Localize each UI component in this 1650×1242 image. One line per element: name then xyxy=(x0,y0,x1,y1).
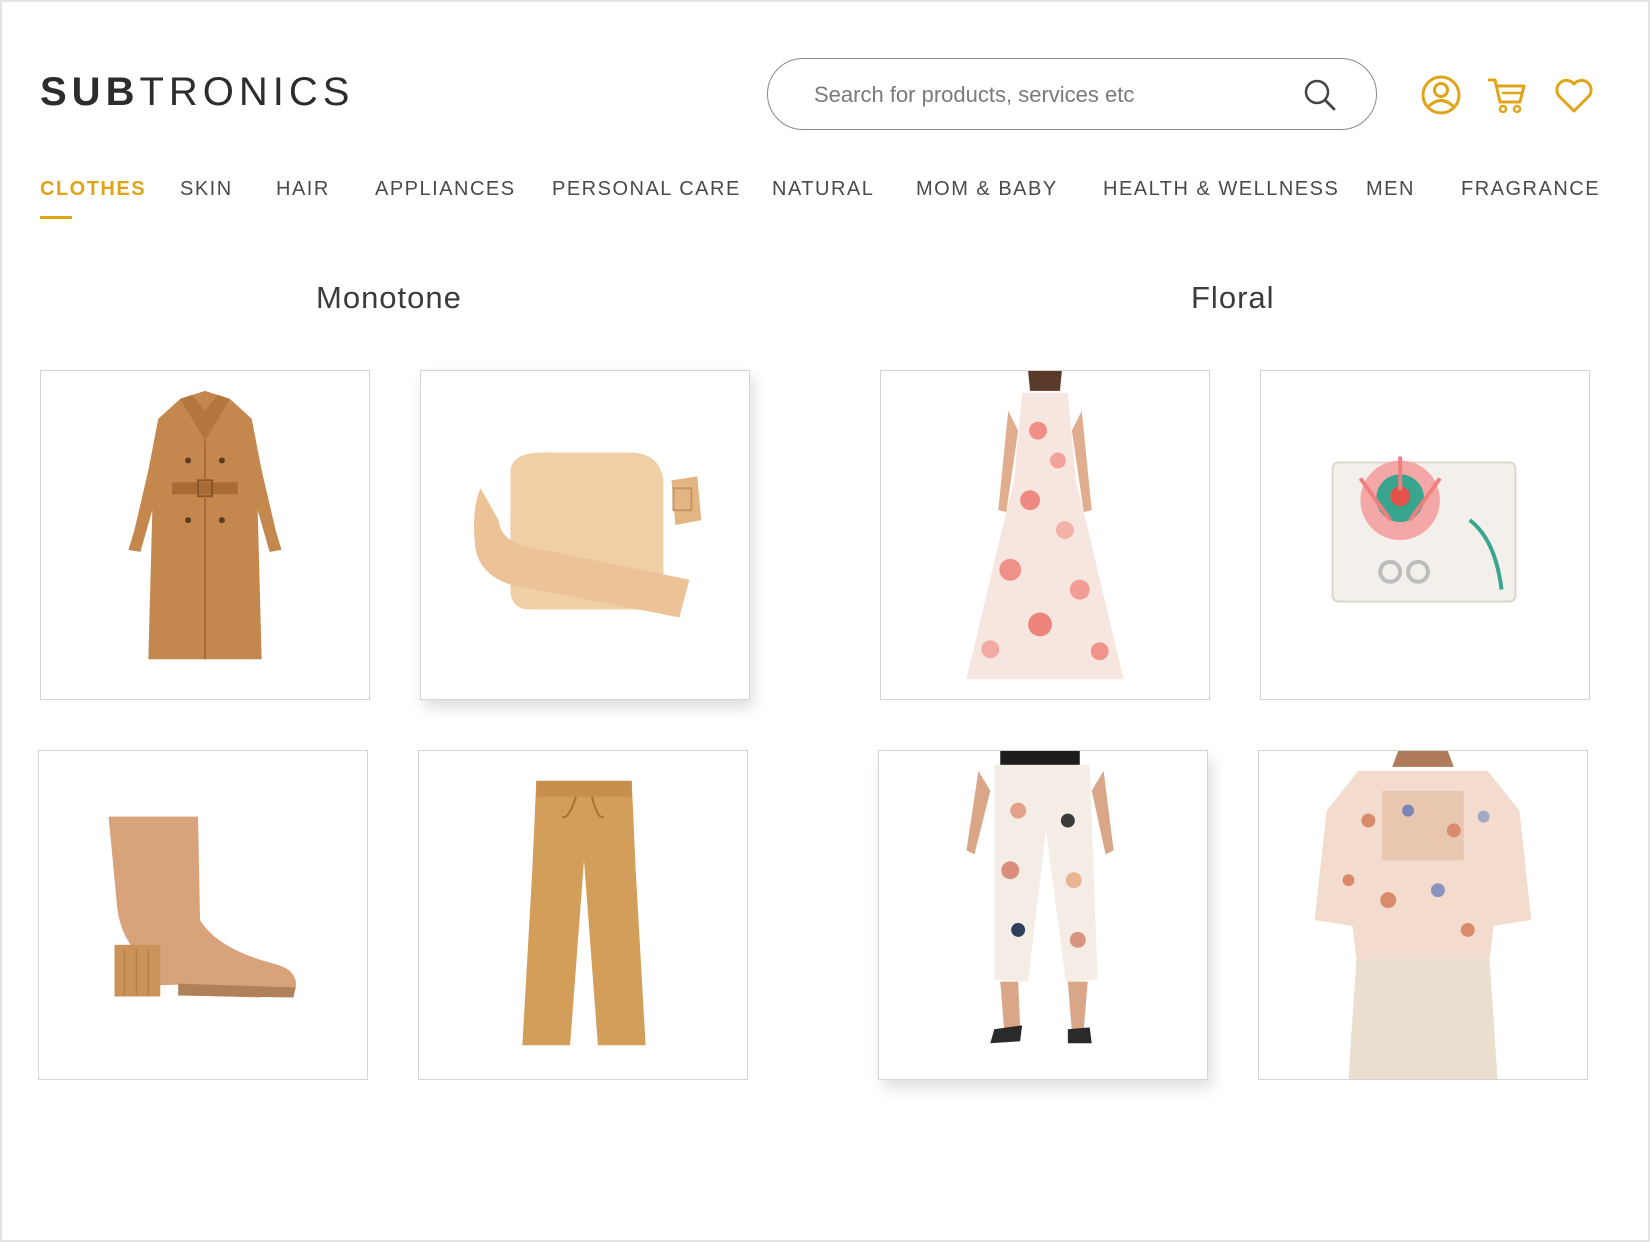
tab-health-wellness[interactable]: HEALTH & WELLNESS xyxy=(1103,178,1339,201)
floral-maxi-dress-image xyxy=(966,371,1124,680)
tab-personal-care[interactable]: PERSONAL CARE xyxy=(552,178,741,201)
shoulder-bag-image xyxy=(474,452,702,618)
tab-hair[interactable]: HAIR xyxy=(276,178,330,201)
tab-mom-baby[interactable]: MOM & BABY xyxy=(916,178,1058,201)
wide-leg-trousers-image xyxy=(522,780,646,1046)
product-card-floral-cropped-pants[interactable] xyxy=(878,750,1208,1080)
tab-clothes[interactable]: CLOTHES xyxy=(40,178,146,201)
brand-logo-part2: TRONICS xyxy=(139,70,355,114)
search-icon[interactable] xyxy=(1300,75,1340,115)
product-card-wide-leg-trousers[interactable] xyxy=(418,750,748,1080)
floral-cropped-pants-image xyxy=(966,751,1114,1044)
trench-coat-image xyxy=(128,390,282,660)
user-icon[interactable] xyxy=(1419,73,1463,117)
search-input[interactable] xyxy=(812,77,1286,113)
tab-fragrance[interactable]: FRAGRANCE xyxy=(1461,178,1600,201)
section-title-floral: Floral xyxy=(1191,280,1275,315)
ankle-boot-image xyxy=(108,816,297,998)
product-card-shoulder-bag[interactable] xyxy=(420,370,750,700)
brand-logo[interactable]: SUBTRONICS xyxy=(40,70,354,115)
tab-natural[interactable]: NATURAL xyxy=(772,178,874,201)
product-card-floral-wallet[interactable] xyxy=(1260,370,1590,700)
category-nav: CLOTHES SKIN HAIR APPLIANCES PERSONAL CA… xyxy=(0,178,1650,228)
active-tab-indicator xyxy=(40,216,72,219)
heart-icon[interactable] xyxy=(1552,73,1596,117)
brand-logo-part1: SUB xyxy=(40,70,140,114)
tab-appliances[interactable]: APPLIANCES xyxy=(375,178,516,201)
product-card-trench-coat[interactable] xyxy=(40,370,370,700)
product-card-floral-maxi-dress[interactable] xyxy=(880,370,1210,700)
floral-wallet-image xyxy=(1331,456,1517,603)
product-card-floral-blouse[interactable] xyxy=(1258,750,1588,1080)
section-title-monotone: Monotone xyxy=(316,280,462,315)
floral-blouse-image xyxy=(1314,751,1532,1079)
tab-skin[interactable]: SKIN xyxy=(180,178,233,201)
cart-icon[interactable] xyxy=(1485,73,1529,117)
product-card-ankle-boot[interactable] xyxy=(38,750,368,1080)
search-bar xyxy=(767,58,1377,130)
tab-men[interactable]: MEN xyxy=(1366,178,1415,201)
